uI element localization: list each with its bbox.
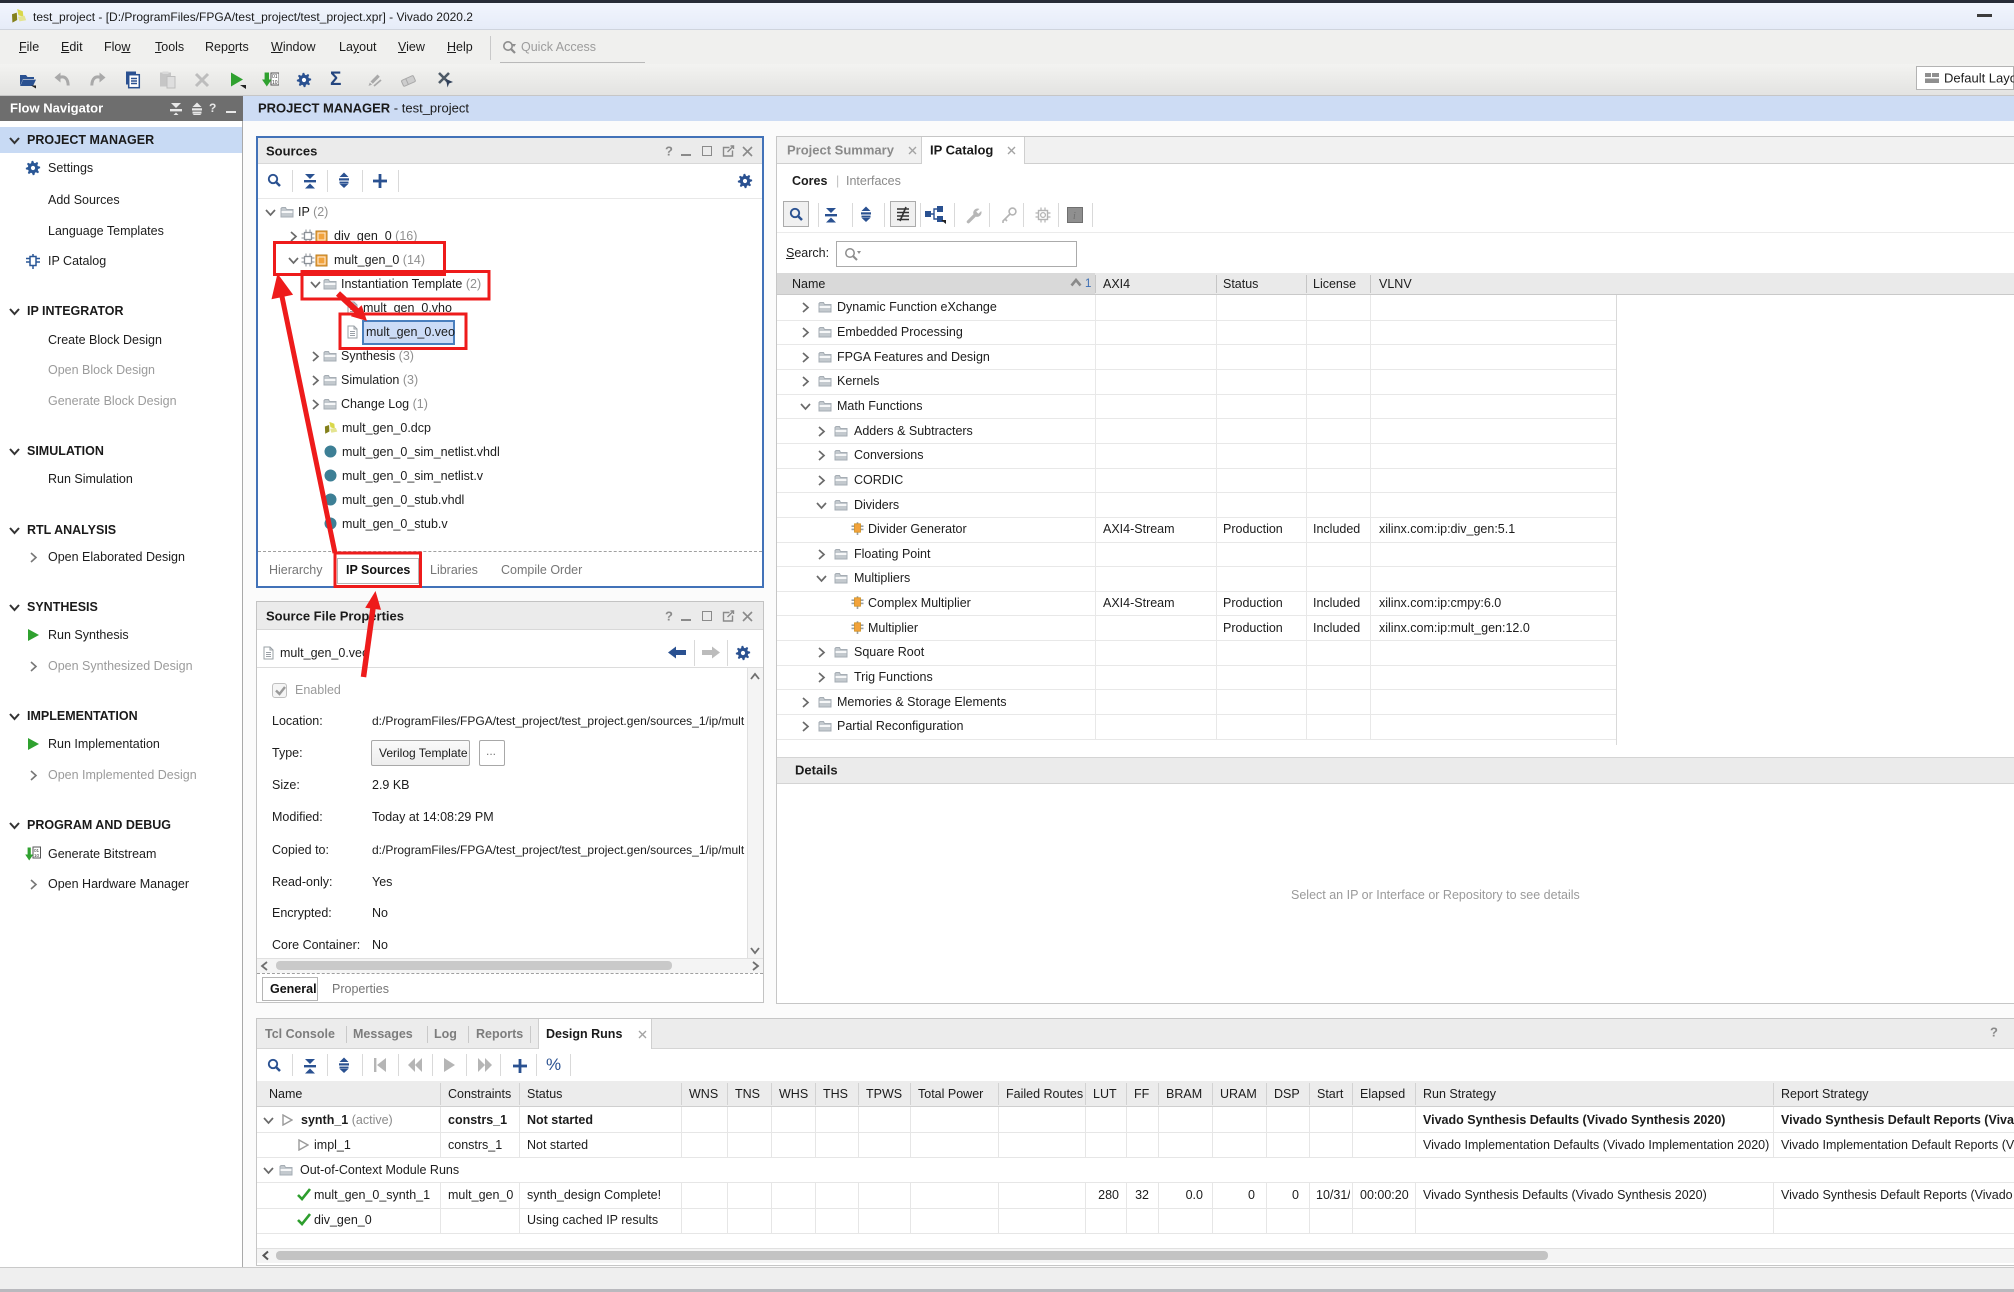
svg-text:10: 10 (272, 80, 278, 86)
svg-text:10: 10 (34, 853, 40, 858)
svg-text:i: i (1073, 211, 1076, 222)
